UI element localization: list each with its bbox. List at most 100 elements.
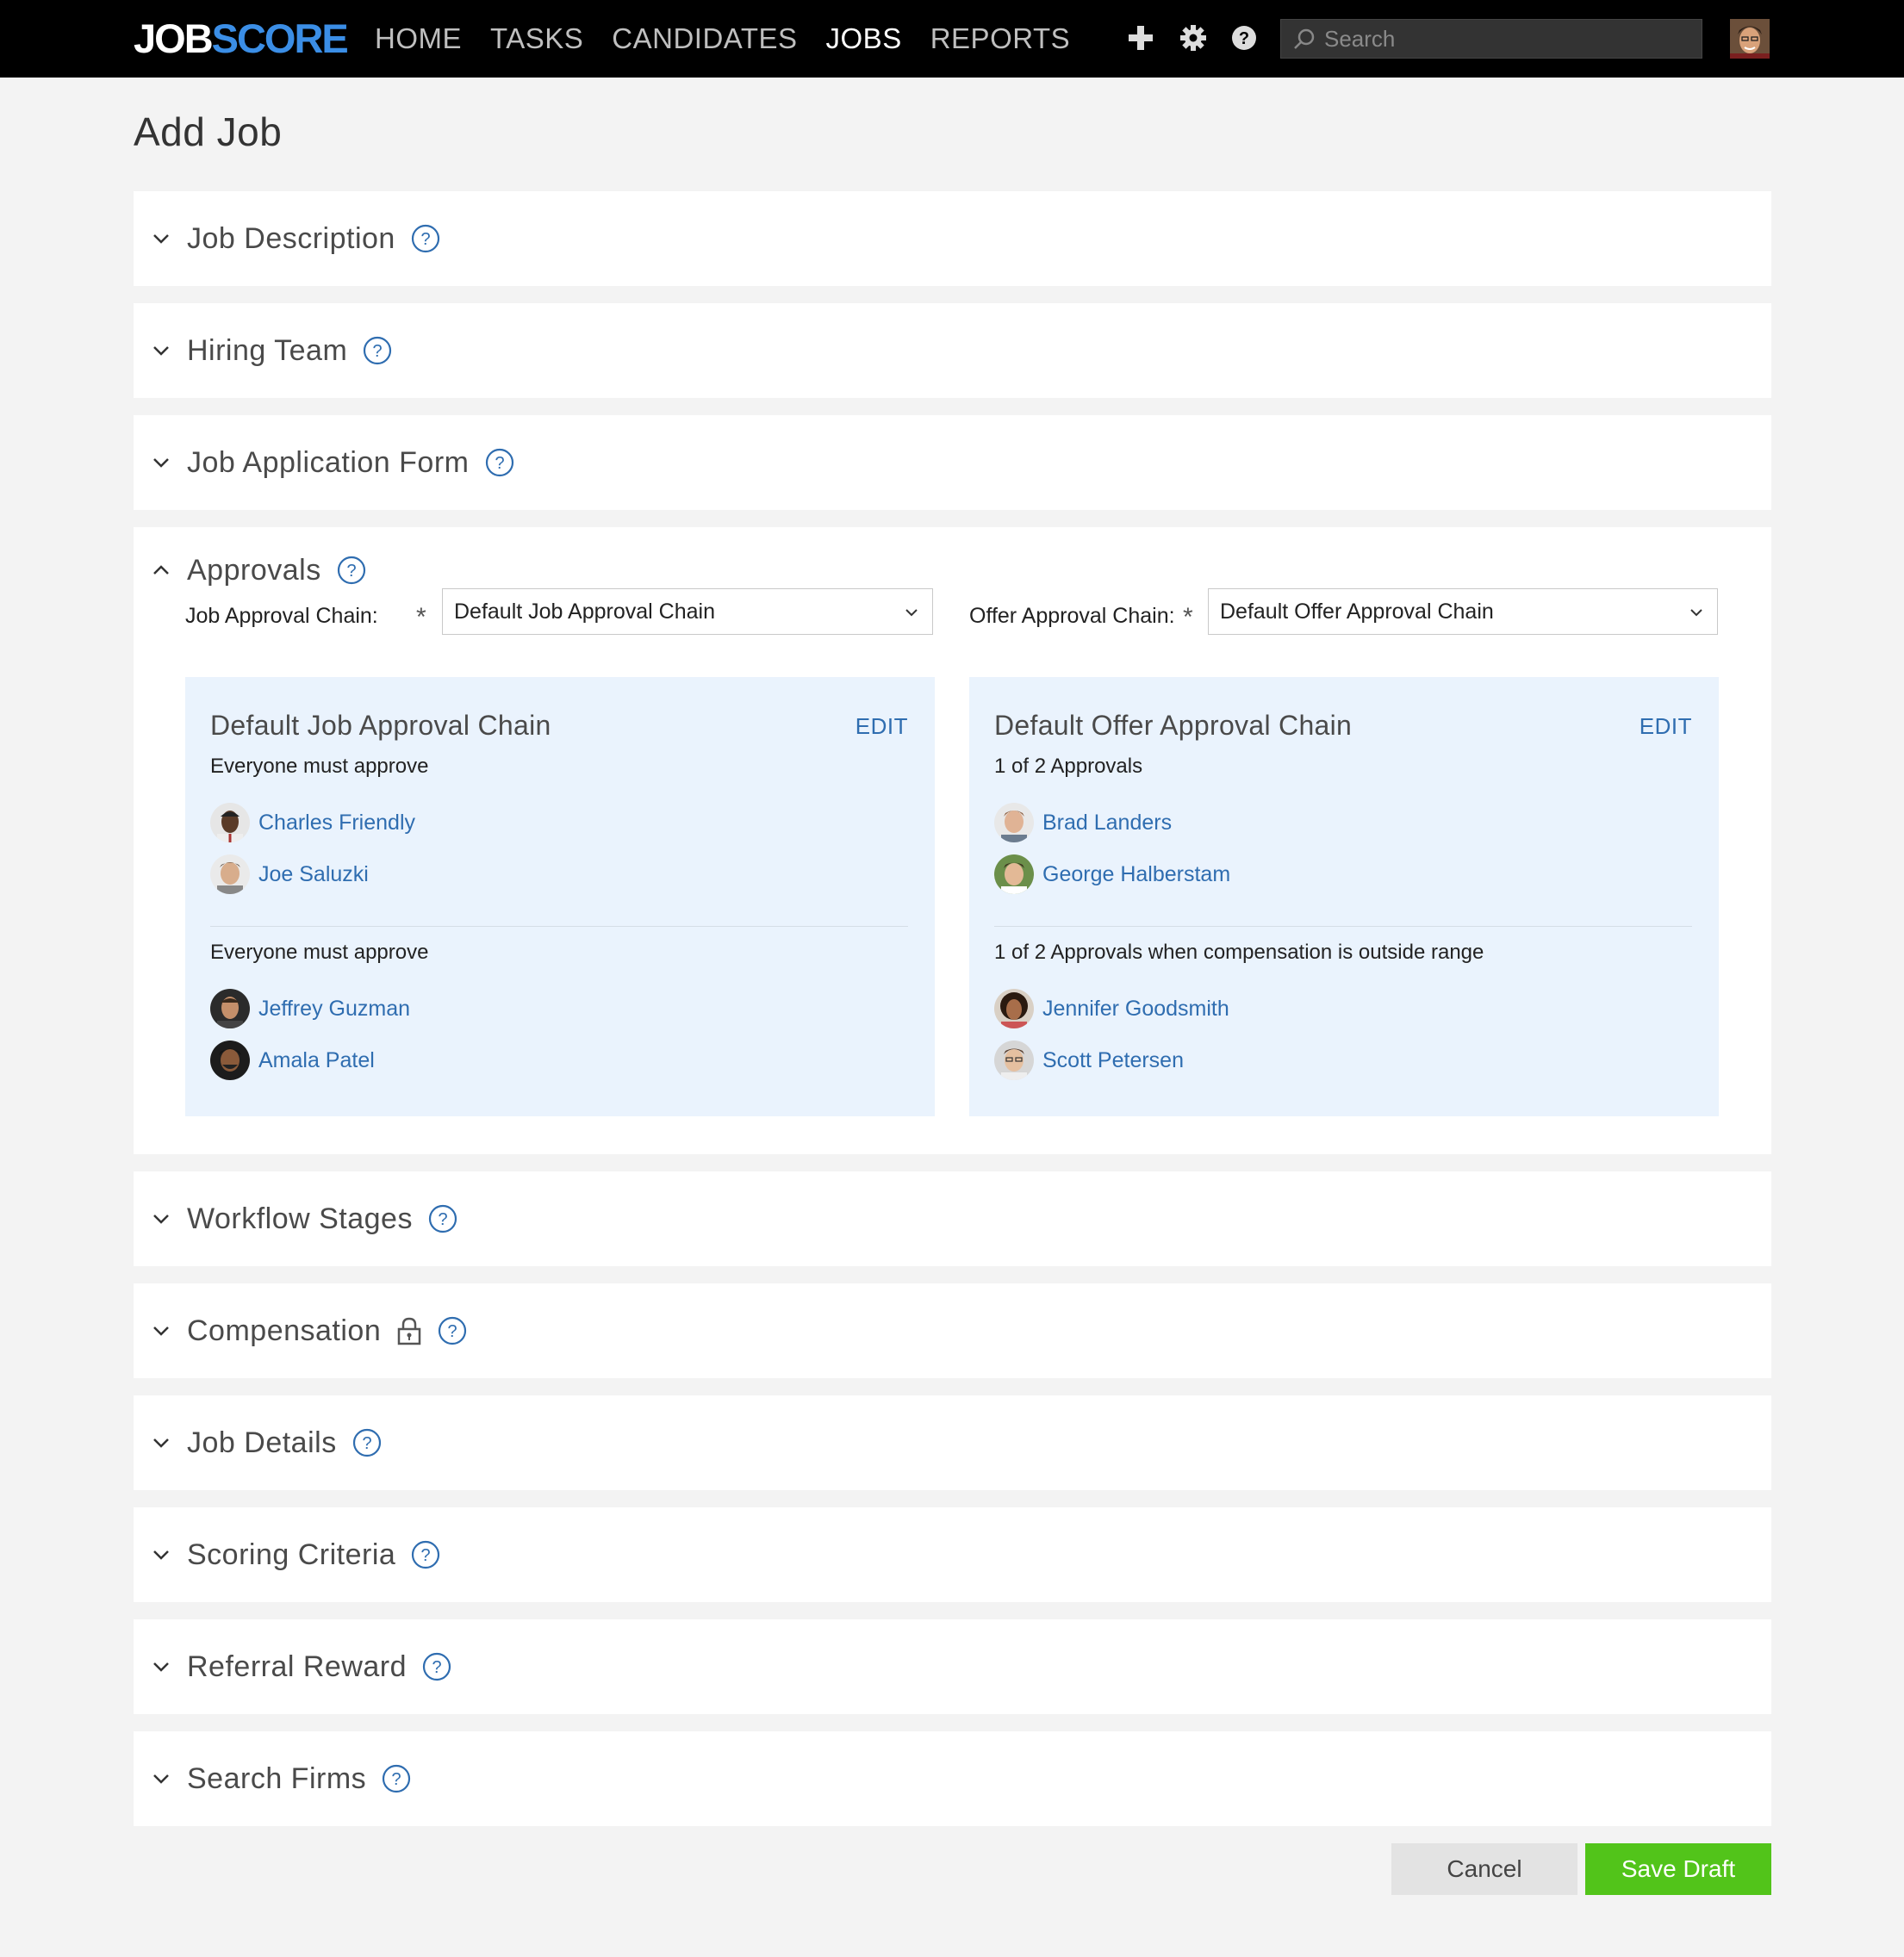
edit-offer-chain-link[interactable]: EDIT — [1640, 713, 1692, 740]
jobscore-logo[interactable]: JOBSCORE — [134, 16, 349, 62]
svg-text:?: ? — [495, 454, 504, 473]
help-icon[interactable]: ? — [337, 556, 366, 585]
section-header-workflow-stages[interactable]: Workflow Stages ? — [134, 1171, 1771, 1266]
help-icon[interactable]: ? — [352, 1428, 382, 1457]
divider — [994, 926, 1692, 927]
approval-rule: Everyone must approve — [210, 755, 429, 778]
section-workflow-stages: Workflow Stages ? — [134, 1171, 1771, 1266]
section-title: Approvals — [187, 553, 321, 587]
required-asterisk: * — [1183, 603, 1193, 631]
approver-item: Scott Petersen — [994, 1041, 1184, 1080]
svg-text:?: ? — [373, 342, 383, 361]
section-title: Job Application Form — [187, 445, 470, 479]
svg-text:?: ? — [432, 1658, 441, 1677]
section-title: Referral Reward — [187, 1649, 408, 1683]
approver-name[interactable]: Amala Patel — [258, 1048, 375, 1073]
approver-item: Jennifer Goodsmith — [994, 989, 1229, 1028]
help-icon[interactable]: ? — [382, 1764, 411, 1793]
approver-item: Amala Patel — [210, 1041, 375, 1080]
nav-tasks[interactable]: TASKS — [490, 21, 583, 57]
section-header-scoring-criteria[interactable]: Scoring Criteria ? — [134, 1507, 1771, 1602]
avatar — [210, 854, 250, 894]
chevron-down-icon — [153, 1550, 169, 1560]
section-header-compensation[interactable]: Compensation ? — [134, 1283, 1771, 1378]
offer-approval-chain-label: Offer Approval Chain: — [969, 604, 1175, 628]
approver-name[interactable]: Joe Saluzki — [258, 862, 369, 887]
svg-text:?: ? — [420, 230, 430, 249]
section-title: Job Description — [187, 221, 395, 255]
search-icon — [1294, 28, 1315, 49]
offer-approval-chain-value: Default Offer Approval Chain — [1220, 599, 1494, 624]
help-icon[interactable]: ? — [422, 1652, 451, 1681]
user-avatar[interactable] — [1730, 19, 1770, 59]
section-header-job-details[interactable]: Job Details ? — [134, 1395, 1771, 1490]
chevron-down-icon — [1690, 609, 1702, 617]
section-job-details: Job Details ? — [134, 1395, 1771, 1490]
approval-rule: Everyone must approve — [210, 941, 429, 964]
job-approval-chain-card: Default Job Approval Chain EDIT Everyone… — [185, 677, 935, 1116]
save-draft-button[interactable]: Save Draft — [1585, 1843, 1771, 1895]
logo-text-job: JOB — [134, 16, 214, 61]
svg-text:?: ? — [438, 1210, 447, 1229]
section-compensation: Compensation ? — [134, 1283, 1771, 1378]
cancel-button[interactable]: Cancel — [1391, 1843, 1577, 1895]
chain-title: Default Job Approval Chain — [210, 710, 551, 741]
approver-name[interactable]: Jennifer Goodsmith — [1042, 997, 1229, 1022]
chevron-up-icon — [153, 565, 169, 575]
svg-text:?: ? — [421, 1546, 431, 1565]
gear-icon[interactable] — [1176, 21, 1210, 55]
nav-candidates[interactable]: CANDIDATES — [612, 21, 797, 57]
section-approvals: Approvals ? Job Approval Chain: * Defaul… — [134, 527, 1771, 1154]
section-header-referral-reward[interactable]: Referral Reward ? — [134, 1619, 1771, 1714]
job-approval-chain-label: Job Approval Chain: — [185, 604, 378, 628]
help-icon[interactable]: ? — [411, 1540, 440, 1569]
section-title: Compensation — [187, 1314, 382, 1347]
help-icon[interactable]: ? — [428, 1204, 457, 1233]
approval-rule: 1 of 2 Approvals — [994, 755, 1143, 778]
section-referral-reward: Referral Reward ? — [134, 1619, 1771, 1714]
nav-home[interactable]: HOME — [375, 21, 462, 57]
chevron-down-icon — [153, 1215, 169, 1224]
approver-name[interactable]: Scott Petersen — [1042, 1048, 1184, 1073]
section-scoring-criteria: Scoring Criteria ? — [134, 1507, 1771, 1602]
approver-item: George Halberstam — [994, 854, 1230, 894]
approver-item: Brad Landers — [994, 803, 1172, 842]
job-approval-chain-value: Default Job Approval Chain — [454, 599, 715, 624]
help-icon[interactable]: ? — [485, 448, 514, 477]
approver-item: Charles Friendly — [210, 803, 415, 842]
nav-jobs[interactable]: JOBS — [826, 21, 902, 57]
job-approval-chain-select[interactable]: Default Job Approval Chain — [442, 588, 933, 635]
help-icon[interactable]: ? — [411, 224, 440, 253]
approver-name[interactable]: Jeffrey Guzman — [258, 997, 410, 1022]
help-icon[interactable]: ? — [1227, 21, 1261, 55]
help-icon[interactable]: ? — [438, 1316, 467, 1345]
section-header-search-firms[interactable]: Search Firms ? — [134, 1731, 1771, 1826]
approver-name[interactable]: George Halberstam — [1042, 862, 1230, 887]
edit-job-chain-link[interactable]: EDIT — [856, 713, 908, 740]
required-asterisk: * — [416, 603, 426, 631]
approver-name[interactable]: Charles Friendly — [258, 811, 415, 836]
search-input[interactable] — [1324, 25, 1686, 53]
section-job-description: Job Description ? — [134, 191, 1771, 286]
approver-item: Joe Saluzki — [210, 854, 369, 894]
section-title: Job Details — [187, 1426, 337, 1459]
section-header-job-description[interactable]: Job Description ? — [134, 191, 1771, 286]
chevron-down-icon — [153, 346, 169, 356]
main-nav: HOME TASKS CANDIDATES JOBS REPORTS — [375, 21, 1098, 57]
section-header-hiring-team[interactable]: Hiring Team ? — [134, 303, 1771, 398]
nav-reports[interactable]: REPORTS — [930, 21, 1070, 57]
svg-text:?: ? — [346, 562, 356, 581]
svg-text:?: ? — [362, 1434, 371, 1453]
offer-approval-chain-select[interactable]: Default Offer Approval Chain — [1208, 588, 1718, 635]
avatar — [994, 989, 1034, 1028]
section-header-job-application-form[interactable]: Job Application Form ? — [134, 415, 1771, 510]
plus-icon[interactable] — [1123, 21, 1158, 55]
chevron-down-icon — [153, 234, 169, 244]
help-icon[interactable]: ? — [363, 336, 392, 365]
avatar — [994, 1041, 1034, 1080]
approver-name[interactable]: Brad Landers — [1042, 811, 1172, 836]
global-search[interactable] — [1280, 19, 1702, 59]
chevron-down-icon — [153, 1438, 169, 1448]
top-navigation-bar: JOBSCORE HOME TASKS CANDIDATES JOBS REPO… — [0, 0, 1904, 78]
lock-icon — [398, 1317, 421, 1345]
